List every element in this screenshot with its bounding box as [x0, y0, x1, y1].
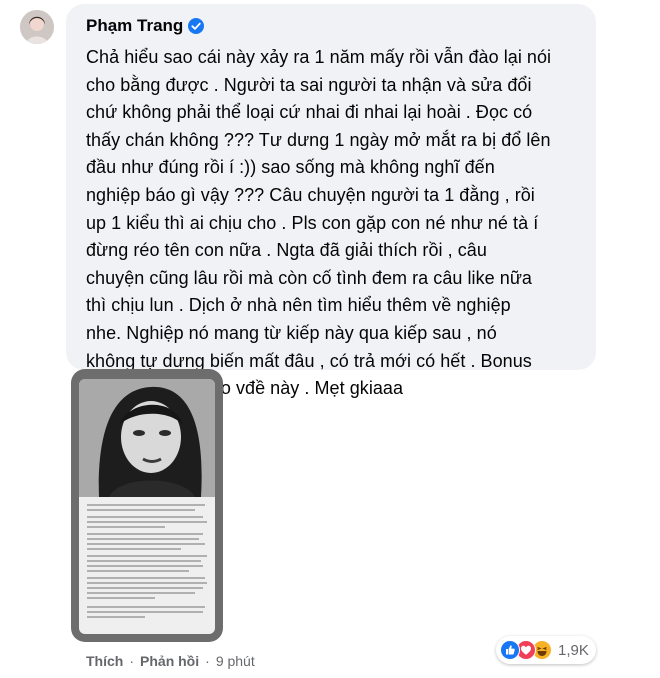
comment-bubble: Phạm Trang Chả hiểu sao cái này xảy ra 1…	[66, 4, 596, 398]
comment-author[interactable]: Phạm Trang	[86, 16, 183, 36]
comment-actions: Thích · Phản hồi · 9 phút	[86, 650, 255, 672]
verified-badge-icon	[188, 18, 205, 34]
photo-screenshot	[79, 379, 215, 634]
reaction-count: 1,9K	[558, 641, 589, 659]
screenshot-text-lines	[87, 504, 207, 618]
attached-photo[interactable]	[71, 369, 223, 642]
separator-dot: ·	[205, 653, 210, 669]
reply-action-button[interactable]: Phản hồi	[140, 653, 199, 669]
like-action-button[interactable]: Thích	[86, 653, 123, 669]
reactions-summary[interactable]: 1,9K	[496, 636, 596, 664]
avatar[interactable]	[20, 10, 54, 44]
comment-header: Phạm Trang	[86, 12, 584, 40]
comment-text: Chả hiểu sao cái này xảy ra 1 năm mấy rồ…	[86, 47, 552, 399]
avatar-image	[20, 10, 54, 44]
like-icon	[500, 640, 520, 660]
separator-dot: ·	[129, 653, 135, 669]
comment-timestamp[interactable]: 9 phút	[216, 653, 255, 669]
